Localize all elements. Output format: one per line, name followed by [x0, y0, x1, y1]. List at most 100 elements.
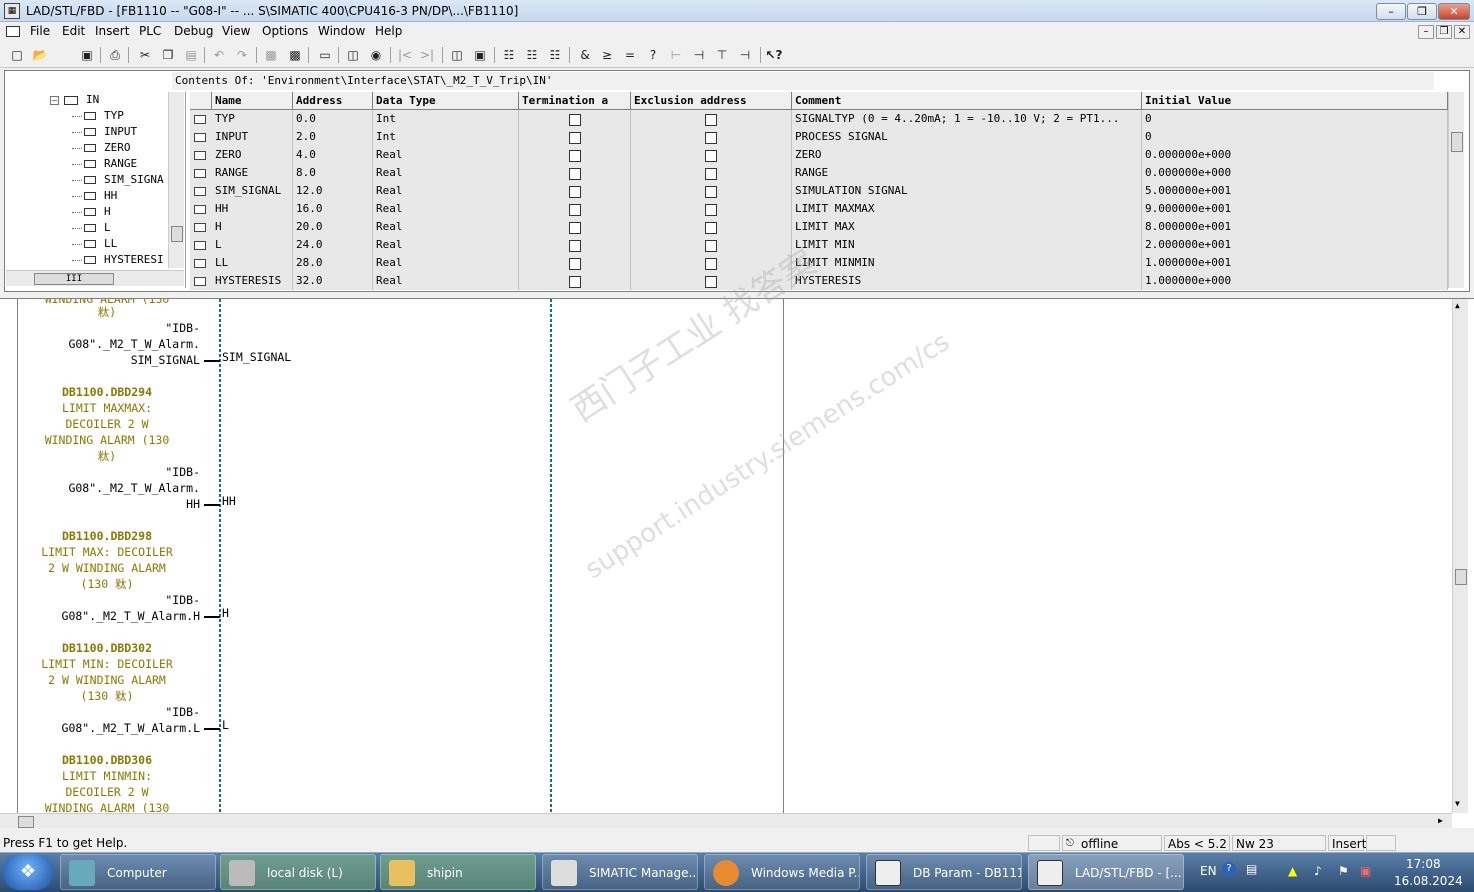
cell-data-type[interactable]: Real: [373, 182, 519, 200]
tree-vscroll-thumb[interactable]: [171, 226, 183, 242]
cell-name[interactable]: TYP: [212, 110, 293, 128]
table-row[interactable]: TYP 0.0 Int SIGNALTYP (0 = 4..20mA; 1 = -10…: [190, 110, 1448, 128]
copy-icon[interactable]: ❐: [159, 46, 177, 64]
editor-vscrollbar[interactable]: ▲ ▼: [1452, 299, 1468, 813]
header-initial-value[interactable]: Initial Value: [1142, 92, 1448, 110]
cell-data-type[interactable]: Real: [373, 146, 519, 164]
exclusion-checkbox[interactable]: [705, 204, 717, 216]
menu-help[interactable]: Help: [375, 24, 402, 38]
help-icon[interactable]: ↖?: [765, 46, 783, 64]
task-local-disk[interactable]: local disk (L): [220, 854, 376, 890]
flag-icon[interactable]: ⚑: [1338, 864, 1349, 878]
detail-icon[interactable]: ▣: [471, 46, 489, 64]
print-icon[interactable]: ⎙: [106, 46, 124, 64]
compare-icon[interactable]: ◫: [344, 46, 362, 64]
clock-time[interactable]: 17:08: [1406, 857, 1441, 871]
new-icon[interactable]: □: [8, 46, 26, 64]
cell-initial-value[interactable]: 0.000000e+000: [1142, 164, 1448, 182]
and-gate-icon[interactable]: &: [576, 46, 594, 64]
cell-initial-value[interactable]: 8.000000e+001: [1142, 218, 1448, 236]
menu-view[interactable]: View: [222, 24, 250, 38]
cell-comment[interactable]: LIMIT MIN: [792, 236, 1142, 254]
save-icon[interactable]: ▣: [78, 46, 96, 64]
tree-item[interactable]: L: [72, 220, 111, 236]
doc-icon[interactable]: [6, 26, 20, 37]
cell-address[interactable]: 24.0: [293, 236, 373, 254]
table-vscrollbar[interactable]: [1448, 92, 1464, 288]
start-button[interactable]: ❖: [2, 854, 54, 890]
cell-initial-value[interactable]: 0: [1142, 128, 1448, 146]
code-editor[interactable]: WINDING ALARM (130 粏) "IDB- G08"._M2_T_W…: [0, 298, 1474, 828]
task-simatic-manager[interactable]: SIMATIC Manage...: [542, 854, 698, 890]
termination-checkbox[interactable]: [569, 204, 581, 216]
exclusion-checkbox[interactable]: [705, 222, 717, 234]
cell-initial-value[interactable]: 2.000000e+001: [1142, 236, 1448, 254]
menu-edit[interactable]: Edit: [62, 24, 85, 38]
prev-icon[interactable]: |<: [396, 46, 414, 64]
next-icon[interactable]: >|: [418, 46, 436, 64]
header-exclusion[interactable]: Exclusion address: [631, 92, 792, 110]
box-icon[interactable]: ?: [644, 46, 662, 64]
cell-initial-value[interactable]: 0: [1142, 110, 1448, 128]
tree-item[interactable]: RANGE: [72, 156, 137, 172]
language-indicator[interactable]: EN: [1200, 864, 1217, 878]
cell-name[interactable]: ZERO: [212, 146, 293, 164]
tree-item[interactable]: ZERO: [72, 140, 131, 156]
cell-initial-value[interactable]: 1.000000e+000: [1142, 272, 1448, 290]
mdi-minimize-button[interactable]: –: [1418, 25, 1434, 39]
table-row[interactable]: ZERO 4.0 Real ZERO 0.000000e+000: [190, 146, 1448, 164]
table-row[interactable]: INPUT 2.0 Int PROCESS SIGNAL 0: [190, 128, 1448, 146]
cell-address[interactable]: 28.0: [293, 254, 373, 272]
exclusion-checkbox[interactable]: [705, 186, 717, 198]
header-address[interactable]: Address: [293, 92, 373, 110]
open-icon[interactable]: 📂: [31, 46, 49, 64]
header-comment[interactable]: Comment: [792, 92, 1142, 110]
cell-name[interactable]: RANGE: [212, 164, 293, 182]
cell-data-type[interactable]: Real: [373, 236, 519, 254]
tree-item[interactable]: HYSTERESI: [72, 252, 164, 268]
cell-comment[interactable]: LIMIT MAXMAX: [792, 200, 1142, 218]
tree-item[interactable]: TYP: [72, 108, 124, 124]
network-tray-icon[interactable]: ▤: [1246, 862, 1257, 876]
cell-comment[interactable]: LIMIT MINMIN: [792, 254, 1142, 272]
cell-address[interactable]: 32.0: [293, 272, 373, 290]
cell-address[interactable]: 2.0: [293, 128, 373, 146]
task-lad-stl-fbd[interactable]: LAD/STL/FBD - [...: [1028, 854, 1184, 890]
cell-name[interactable]: H: [212, 218, 293, 236]
overview-icon[interactable]: ◫: [448, 46, 466, 64]
termination-checkbox[interactable]: [569, 132, 581, 144]
mdi-restore-button[interactable]: ❐: [1436, 25, 1452, 39]
redo-icon[interactable]: ↷: [233, 46, 251, 64]
cell-comment[interactable]: SIGNALTYP (0 = 4..20mA; 1 = -10..10 V; 2…: [792, 110, 1142, 128]
header-name[interactable]: Name: [212, 92, 293, 110]
cell-comment[interactable]: ZERO: [792, 146, 1142, 164]
table-row[interactable]: SIM_SIGNAL 12.0 Real SIMULATION SIGNAL 5.000…: [190, 182, 1448, 200]
cell-initial-value[interactable]: 5.000000e+001: [1142, 182, 1448, 200]
tree-item[interactable]: HH: [72, 188, 117, 204]
exclusion-checkbox[interactable]: [705, 132, 717, 144]
cell-address[interactable]: 4.0: [293, 146, 373, 164]
cell-initial-value[interactable]: 9.000000e+001: [1142, 200, 1448, 218]
cell-address[interactable]: 12.0: [293, 182, 373, 200]
coil-icon[interactable]: ⊣: [736, 46, 754, 64]
editor-vscroll-thumb[interactable]: [1455, 569, 1467, 585]
minimize-button[interactable]: –: [1376, 3, 1406, 20]
cell-address[interactable]: 8.0: [293, 164, 373, 182]
tree-item[interactable]: LL: [72, 236, 117, 252]
table-row[interactable]: HH 16.0 Real LIMIT MAXMAX 9.000000e+001: [190, 200, 1448, 218]
task-shipin[interactable]: shipin: [380, 854, 536, 890]
branch-icon[interactable]: ⊢: [667, 46, 685, 64]
tree-item[interactable]: H: [72, 204, 111, 220]
cell-data-type[interactable]: Real: [373, 200, 519, 218]
exclusion-checkbox[interactable]: [705, 240, 717, 252]
menu-plc[interactable]: PLC: [139, 24, 161, 38]
cut-icon[interactable]: ✂: [136, 46, 154, 64]
volume-icon[interactable]: ♪: [1314, 864, 1322, 878]
termination-checkbox[interactable]: [569, 258, 581, 270]
scroll-right-icon[interactable]: ▶: [1438, 816, 1443, 825]
task-media-player[interactable]: Windows Media P...: [704, 854, 860, 890]
editor-hscrollbar[interactable]: ▶: [0, 813, 1452, 828]
table-row[interactable]: L 24.0 Real LIMIT MIN 2.000000e+001: [190, 236, 1448, 254]
contact-icon[interactable]: ⊤: [713, 46, 731, 64]
tree-hscroll-thumb[interactable]: III: [34, 273, 114, 285]
